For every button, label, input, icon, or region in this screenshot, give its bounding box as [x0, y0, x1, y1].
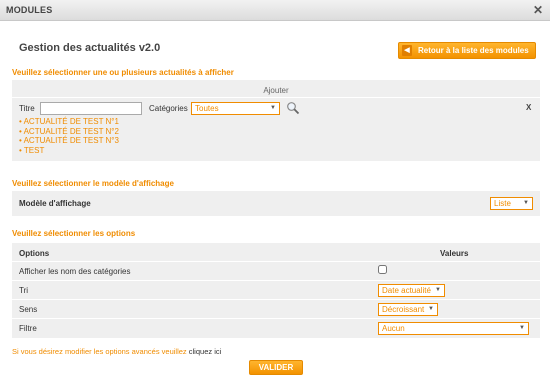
filter-value: Aucun: [382, 324, 405, 333]
option-row-sort: Tri Date actualité ▼: [12, 280, 540, 300]
categories-value: Toutes: [195, 104, 219, 113]
filter-select[interactable]: Aucun ▼: [378, 322, 529, 335]
window-titlebar: MODULES ✕: [0, 0, 550, 21]
dropdown-arrow-icon: ▼: [523, 200, 529, 206]
model-label: Modèle d'affichage: [19, 199, 91, 208]
back-button-label: Retour à la liste des modules: [418, 46, 529, 55]
option-label: Filtre: [19, 324, 37, 333]
window-title: MODULES: [6, 5, 53, 15]
dropdown-arrow-icon: ▼: [428, 306, 434, 312]
show-categories-checkbox[interactable]: [378, 265, 387, 274]
model-select[interactable]: Liste ▼: [490, 197, 533, 210]
page-title: Gestion des actualités v2.0: [19, 42, 161, 54]
search-icon[interactable]: [286, 101, 300, 115]
news-list-item[interactable]: • ACTUALITÉ DE TEST N°3: [19, 136, 119, 146]
news-panel: Ajouter Titre Catégories Toutes ▼ X • AC…: [12, 80, 540, 161]
news-list: • ACTUALITÉ DE TEST N°1 • ACTUALITÉ DE TE…: [19, 117, 119, 155]
advanced-options-note: Si vous désirez modifier les options ava…: [12, 347, 221, 356]
option-row-filter: Filtre Aucun ▼: [12, 318, 540, 338]
chevron-left-icon: ◀: [402, 45, 412, 56]
model-section-heading: Veuillez sélectionner le modèle d'affich…: [12, 179, 174, 188]
option-row-show-categories: Afficher les nom des catégories: [12, 261, 540, 281]
options-panel: Options Valeurs Afficher les nom des cat…: [12, 243, 540, 338]
dropdown-arrow-icon: ▼: [519, 325, 525, 331]
news-list-item[interactable]: • TEST: [19, 146, 119, 156]
sort-value: Date actualité: [382, 286, 431, 295]
dropdown-arrow-icon: ▼: [435, 287, 441, 293]
news-list-item[interactable]: • ACTUALITÉ DE TEST N°2: [19, 127, 119, 137]
direction-value: Décroissant: [382, 305, 425, 314]
add-label: Ajouter: [263, 86, 289, 95]
divider: [12, 97, 540, 98]
title-filter-input[interactable]: [40, 102, 142, 115]
title-filter-label: Titre: [19, 104, 35, 113]
option-label: Sens: [19, 305, 38, 314]
option-label: Afficher les nom des catégories: [19, 267, 131, 276]
values-column-header: Valeurs: [440, 249, 469, 258]
advanced-options-link[interactable]: cliquez ici: [189, 347, 222, 356]
sort-select[interactable]: Date actualité ▼: [378, 284, 445, 297]
validate-button[interactable]: VALIDER: [249, 360, 303, 375]
clear-x-button[interactable]: X: [526, 103, 531, 112]
model-value: Liste: [494, 199, 511, 208]
close-icon[interactable]: ✕: [533, 3, 543, 17]
options-section-heading: Veuillez sélectionner les options: [12, 229, 136, 238]
categories-label: Catégories: [149, 104, 188, 113]
options-column-header: Options: [19, 249, 50, 258]
option-row-direction: Sens Décroissant ▼: [12, 299, 540, 319]
back-to-modules-button[interactable]: ◀ Retour à la liste des modules: [398, 42, 536, 59]
categories-select[interactable]: Toutes ▼: [191, 102, 280, 115]
advanced-options-text: Si vous désirez modifier les options ava…: [12, 347, 187, 356]
news-section-heading: Veuillez sélectionner une ou plusieurs a…: [12, 68, 234, 77]
dropdown-arrow-icon: ▼: [270, 105, 276, 111]
option-label: Tri: [19, 286, 29, 295]
direction-select[interactable]: Décroissant ▼: [378, 303, 438, 316]
news-list-item[interactable]: • ACTUALITÉ DE TEST N°1: [19, 117, 119, 127]
model-panel: Modèle d'affichage Liste ▼: [12, 191, 540, 216]
